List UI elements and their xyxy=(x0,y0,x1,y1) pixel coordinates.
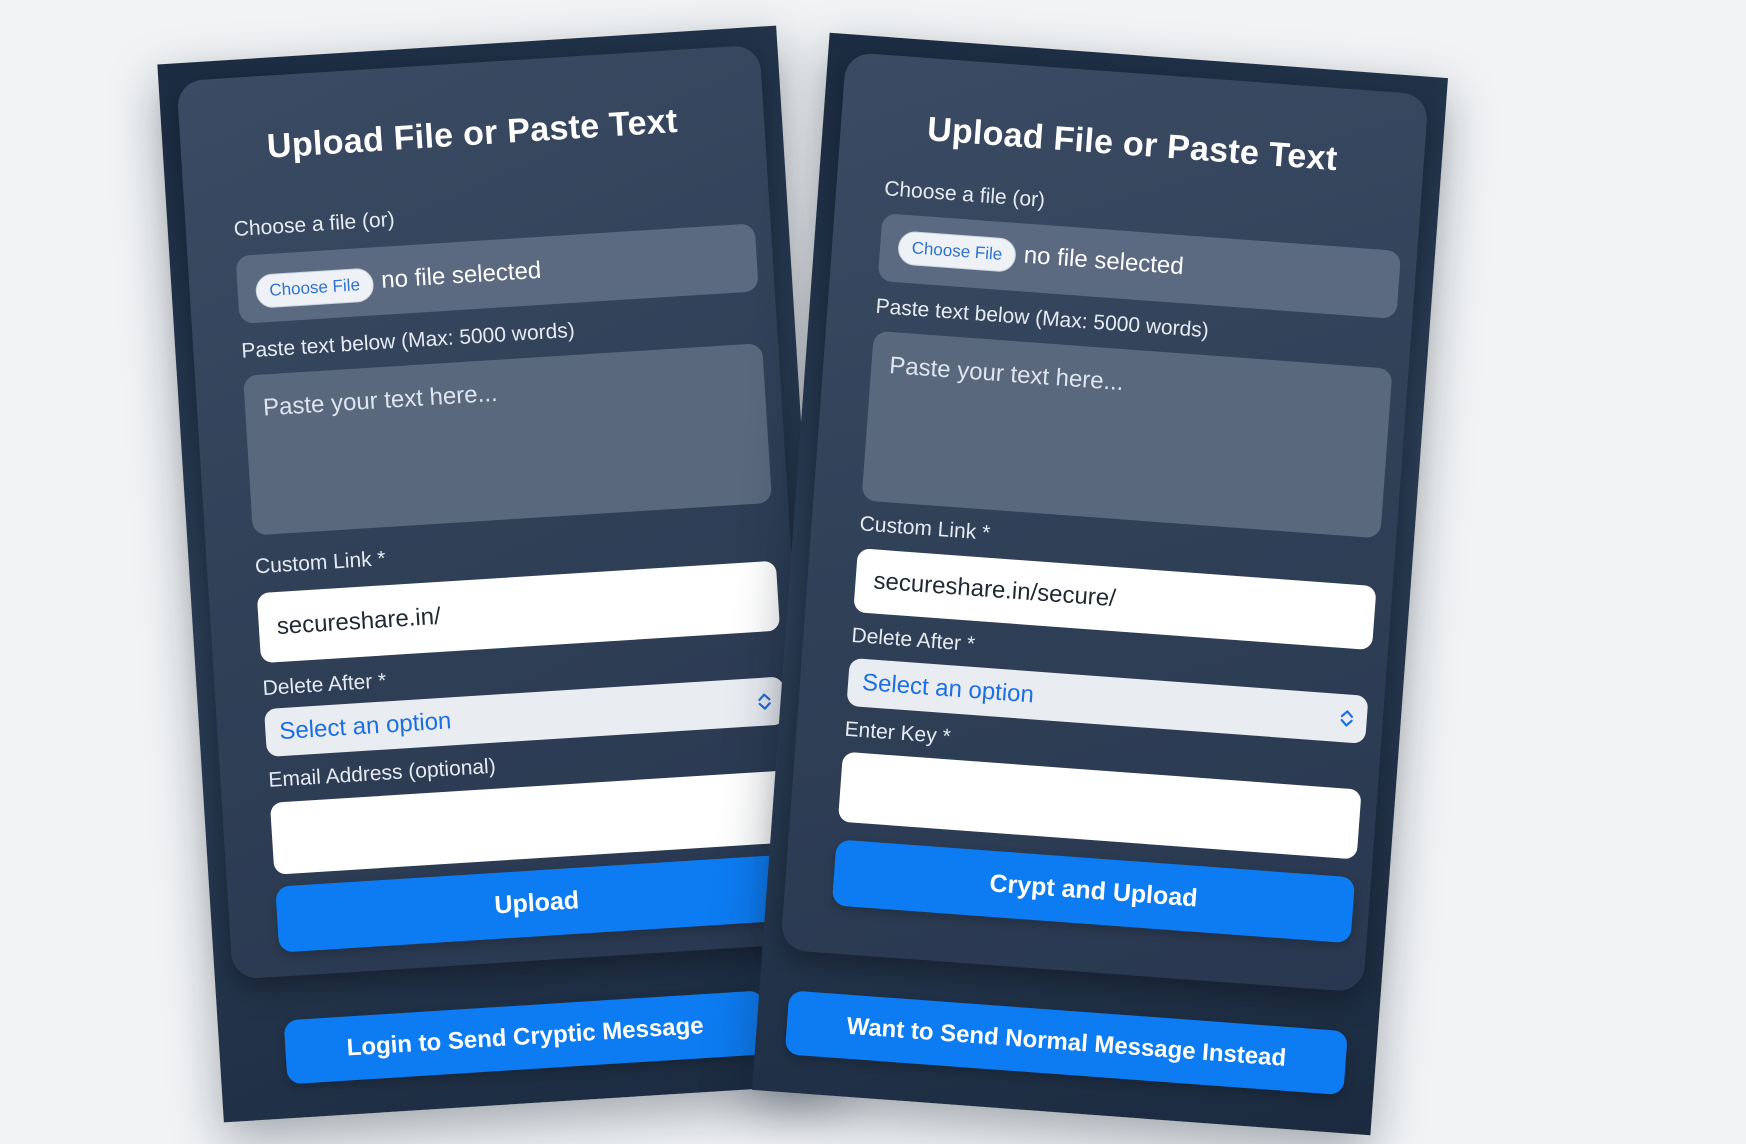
left-custom-link-input[interactable]: secureshare.in/ xyxy=(256,560,781,664)
left-upload-card: Upload File or Paste Text Choose a file … xyxy=(176,44,816,980)
right-custom-link-label: Custom Link * xyxy=(858,512,991,545)
right-form-panel: Upload File or Paste Text Choose a file … xyxy=(752,32,1448,1136)
right-crypt-upload-button-label: Crypt and Upload xyxy=(988,869,1199,913)
left-login-cryptic-label: Login to Send Cryptic Message xyxy=(345,1012,705,1062)
right-normal-message-button[interactable]: Want to Send Normal Message Instead xyxy=(784,990,1348,1096)
left-email-label: Email Address (optional) xyxy=(267,754,497,792)
right-custom-link-value: secureshare.in/secure/ xyxy=(872,567,1117,613)
chevron-up-down-icon xyxy=(1340,710,1354,727)
right-file-status: no file selected xyxy=(1022,241,1185,281)
right-delete-after-label: Delete After * xyxy=(850,623,976,656)
left-choose-file-button[interactable]: Choose File xyxy=(254,267,375,309)
left-text-area[interactable]: Paste your text here... xyxy=(243,343,773,536)
right-key-label: Enter Key * xyxy=(843,717,952,749)
left-custom-link-value: secureshare.in/ xyxy=(276,602,442,641)
left-form-panel: Upload File or Paste Text Choose a file … xyxy=(157,25,843,1123)
right-text-area[interactable]: Paste your text here... xyxy=(861,330,1393,539)
left-file-input[interactable]: Choose File no file selected xyxy=(235,223,759,324)
right-delete-after-value: Select an option xyxy=(861,668,1035,709)
left-textarea-placeholder: Paste your text here... xyxy=(262,379,499,422)
left-login-cryptic-button[interactable]: Login to Send Cryptic Message xyxy=(283,990,767,1085)
left-delete-after-value: Select an option xyxy=(278,707,453,746)
right-key-input[interactable] xyxy=(837,751,1362,860)
left-upload-button-label: Upload xyxy=(493,886,580,920)
right-file-label: Choose a file (or) xyxy=(883,177,1046,212)
left-file-status: no file selected xyxy=(380,256,542,294)
right-textarea-placeholder: Paste your text here... xyxy=(888,352,1125,397)
chevron-up-down-icon xyxy=(758,693,771,710)
left-form-title: Upload File or Paste Text xyxy=(265,101,679,166)
right-choose-file-button[interactable]: Choose File xyxy=(896,230,1018,273)
left-file-label: Choose a file (or) xyxy=(233,207,396,242)
left-custom-link-label: Custom Link * xyxy=(254,547,387,579)
left-delete-after-label: Delete After * xyxy=(262,669,387,701)
right-normal-message-label: Want to Send Normal Message Instead xyxy=(845,1012,1288,1072)
right-upload-card: Upload File or Paste Text Choose a file … xyxy=(780,51,1429,993)
right-form-title: Upload File or Paste Text xyxy=(925,110,1339,179)
right-crypt-upload-button[interactable]: Crypt and Upload xyxy=(831,839,1356,944)
